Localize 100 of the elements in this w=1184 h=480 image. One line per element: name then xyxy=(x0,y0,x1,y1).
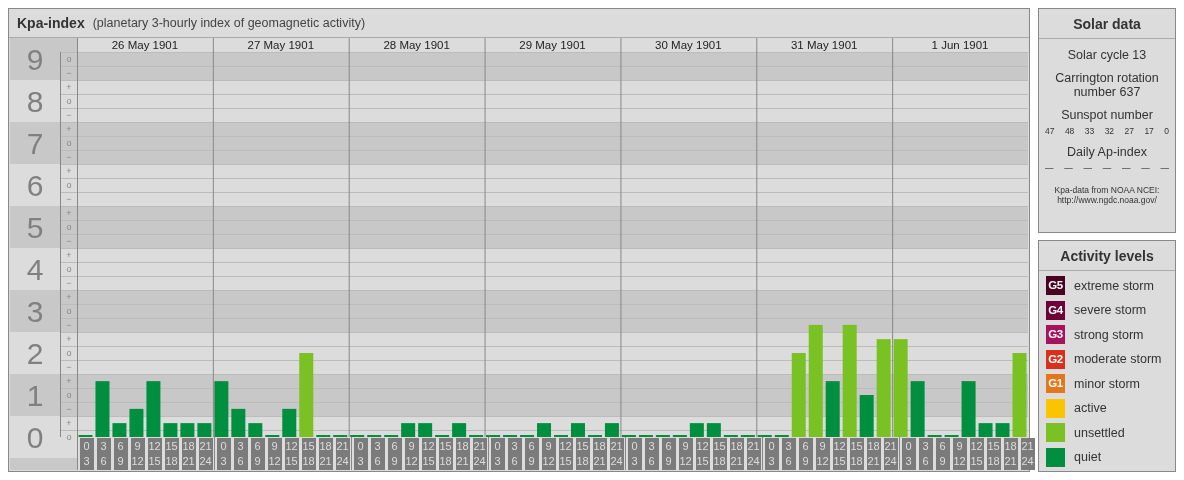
minor-tick-label: + xyxy=(66,376,72,386)
time-range-label: 9 12 xyxy=(267,438,282,470)
minor-tick-label: − xyxy=(66,362,72,372)
kp-level-label: 1 xyxy=(26,378,44,412)
kp-bar xyxy=(197,423,212,437)
level-label: severe storm xyxy=(1074,303,1147,318)
kp-level-label: 2 xyxy=(26,336,44,370)
kp-bar xyxy=(146,381,161,437)
time-range-label: 0 3 xyxy=(490,438,505,470)
kp-bar xyxy=(163,423,178,437)
time-range-label: 18 21 xyxy=(729,438,744,470)
kp-bar xyxy=(129,408,144,437)
chart-title: Kpa-index xyxy=(17,15,85,31)
level-label: extreme storm xyxy=(1074,278,1154,293)
level-label: quiet xyxy=(1074,450,1102,465)
kp-bar xyxy=(961,381,976,437)
time-range-label: 18 21 xyxy=(455,438,470,470)
time-range-label: 15 18 xyxy=(986,438,1001,470)
minor-tick-label: − xyxy=(66,404,72,414)
level-swatch: G5 xyxy=(1046,276,1065,296)
time-range-label: 21 24 xyxy=(609,438,624,470)
time-range-label: 21 24 xyxy=(198,438,213,470)
level-label: moderate storm xyxy=(1074,352,1162,367)
date-label: 27 May 1901 xyxy=(247,39,315,51)
sunspot-value: 0 xyxy=(1164,126,1169,136)
sunspot-value: 27 xyxy=(1124,126,1134,136)
time-range-label: 21 24 xyxy=(746,438,761,470)
time-range-label: 0 3 xyxy=(627,438,642,470)
ap-index-value: — xyxy=(1160,163,1169,173)
ap-index-value: — xyxy=(1083,163,1092,173)
carrington-text: Carrington rotation number 637 xyxy=(1054,71,1160,99)
time-range-label: 0 3 xyxy=(79,438,94,470)
sunspot-heading: Sunspot number xyxy=(1060,108,1154,122)
kp-bar xyxy=(418,423,433,437)
level-label: unsettled xyxy=(1074,425,1125,440)
kp-level-label: 6 xyxy=(26,168,44,202)
time-range-label: 6 9 xyxy=(661,438,676,470)
time-range-label: 9 12 xyxy=(815,438,830,470)
kp-bar xyxy=(401,423,416,437)
time-range-label: 9 12 xyxy=(404,438,419,470)
kp-bar xyxy=(231,408,246,437)
time-range-label: 3 6 xyxy=(644,438,659,470)
time-range-label: 6 9 xyxy=(113,438,128,470)
sunspot-value: 48 xyxy=(1064,126,1075,136)
kp-bar xyxy=(995,423,1010,437)
minor-tick-label: − xyxy=(66,236,72,246)
ap-index-value: — xyxy=(1102,163,1112,173)
ap-index-value: — xyxy=(1064,163,1073,173)
panel-heading: Solar data xyxy=(1039,9,1175,39)
kp-bar xyxy=(95,381,110,437)
kp-bar xyxy=(604,423,619,437)
time-range-label: 12 15 xyxy=(969,438,984,470)
minor-tick-label: − xyxy=(66,68,72,78)
time-range-label: 15 18 xyxy=(712,438,727,470)
time-range-label: 15 18 xyxy=(164,438,179,470)
time-range-label: 3 6 xyxy=(96,438,111,470)
kp-bar xyxy=(180,423,195,437)
kp-bar xyxy=(689,423,704,437)
kp-bar xyxy=(825,381,840,437)
date-label: 26 May 1901 xyxy=(111,39,179,51)
panel-heading: Activity levels xyxy=(1039,241,1175,271)
time-range-label: 18 21 xyxy=(318,438,333,470)
level-swatch: G3 xyxy=(1046,325,1065,345)
minor-tick-label: o xyxy=(66,264,72,274)
time-range-label: 15 18 xyxy=(849,438,864,470)
solar-cycle-text: Solar cycle 13 xyxy=(1066,48,1148,62)
ap-index-heading: Daily Ap-index xyxy=(1066,145,1148,159)
time-range-label: 18 21 xyxy=(181,438,196,470)
minor-tick-label: − xyxy=(66,320,72,330)
kp-level-label: 7 xyxy=(26,126,44,160)
kp-level-label: 3 xyxy=(26,294,44,328)
minor-tick-label: o xyxy=(66,432,72,442)
time-range-label: 6 9 xyxy=(798,438,813,470)
date-label: 29 May 1901 xyxy=(519,39,586,51)
kp-bar xyxy=(571,423,585,437)
kp-bar xyxy=(452,423,467,437)
ap-index-value: — xyxy=(1141,163,1150,173)
time-range-label: 6 9 xyxy=(387,438,402,470)
time-range-label: 21 24 xyxy=(472,438,487,470)
level-label: active xyxy=(1074,401,1107,416)
minor-tick-label: + xyxy=(66,208,72,218)
minor-tick-label: o xyxy=(66,348,72,358)
time-range-label: 3 6 xyxy=(781,438,796,470)
level-swatch: G4 xyxy=(1046,300,1065,320)
time-range-label: 15 18 xyxy=(575,438,590,470)
time-range-label: 3 6 xyxy=(370,438,385,470)
minor-tick-label: − xyxy=(66,110,72,120)
time-range-label: 18 21 xyxy=(1003,438,1018,470)
time-range-label: 6 9 xyxy=(250,438,265,470)
time-range-label: 0 3 xyxy=(901,438,916,470)
time-range-label: 9 12 xyxy=(952,438,967,470)
minor-tick-label: + xyxy=(66,124,72,134)
sunspot-value: 32 xyxy=(1104,126,1115,136)
minor-tick-label: o xyxy=(66,180,72,190)
level-swatch: G2 xyxy=(1046,349,1065,369)
date-label: 30 May 1901 xyxy=(655,39,722,51)
time-range-label: 3 6 xyxy=(507,438,522,470)
sunspot-value: 33 xyxy=(1084,126,1095,136)
minor-tick-label: − xyxy=(66,194,72,204)
kp-bar xyxy=(706,423,721,437)
